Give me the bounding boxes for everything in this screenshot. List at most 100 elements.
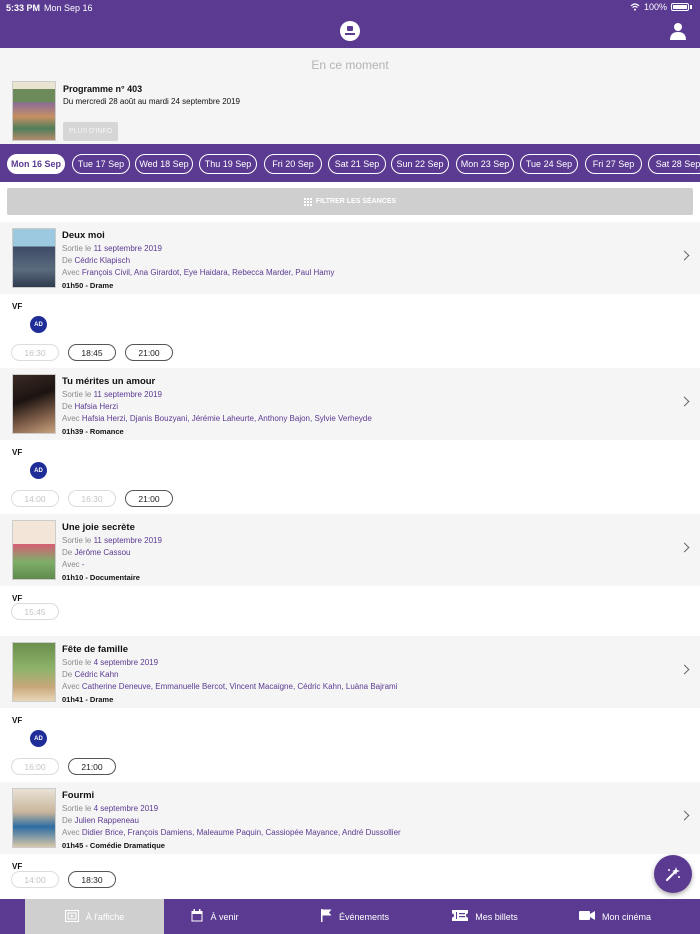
director-value[interactable]: Julien Rappeneau — [74, 816, 139, 825]
showtime-button: 14:00 — [11, 490, 59, 507]
date-tab[interactable]: Mon 16 Sep — [7, 154, 65, 174]
movie-poster[interactable] — [12, 520, 56, 580]
date-tab[interactable]: Fri 20 Sep — [264, 154, 322, 174]
director-value[interactable]: Cédric Kahn — [74, 670, 118, 679]
version-label: VF — [12, 448, 23, 457]
cast-value[interactable]: Catherine Deneuve, Emmanuelle Bercot, Vi… — [82, 682, 398, 691]
chevron-right-icon[interactable] — [679, 396, 690, 407]
tab-bar: À l'affiche À venir Événements Mes billets M… — [0, 899, 700, 934]
cast-line: Avec François Civil, Ana Girardot, Eye H… — [62, 268, 334, 277]
cast-label: Avec — [62, 414, 82, 423]
cinema-logo-icon[interactable] — [340, 21, 360, 41]
director-line: De Hafsia Herzi — [62, 402, 118, 411]
movie-row[interactable]: Fourmi Sortie le 4 septembre 2019 De Julie… — [0, 782, 700, 854]
movie-row[interactable]: Une joie secrète Sortie le 11 septembre 2… — [0, 514, 700, 586]
movie-row[interactable]: Deux moi Sortie le 11 septembre 2019 De Cé… — [0, 222, 700, 294]
battery-icon — [671, 3, 689, 11]
movie-title: Fête de famille — [62, 644, 128, 655]
release-date-value[interactable]: 4 septembre 2019 — [94, 804, 159, 813]
movie-duration-genre: 01h50 - Drame — [62, 281, 114, 290]
tab-camera[interactable]: Mon cinéma — [560, 899, 670, 934]
director-label: De — [62, 670, 75, 679]
release-date-value[interactable]: 11 septembre 2019 — [94, 536, 162, 545]
director-value[interactable]: Hafsia Herzi — [74, 402, 118, 411]
date-tab[interactable]: Wed 18 Sep — [135, 154, 193, 174]
tab-calendar[interactable]: À venir — [165, 899, 265, 934]
showtime-button[interactable]: 18:30 — [68, 871, 116, 888]
director-line: De Cédric Kahn — [62, 670, 118, 679]
movie-duration-genre: 01h45 - Comédie Dramatique — [62, 841, 165, 850]
release-date-line: Sortie le 11 septembre 2019 — [62, 390, 162, 399]
status-indicators: 100% — [630, 2, 692, 12]
programme-cover[interactable] — [12, 81, 56, 141]
wifi-icon — [630, 3, 640, 11]
chevron-right-icon[interactable] — [679, 810, 690, 821]
cast-value[interactable]: - — [82, 560, 85, 569]
cast-value[interactable]: Hafsia Herzi, Djanis Bouzyani, Jérémie L… — [82, 414, 372, 423]
showtime-button: 16:30 — [11, 344, 59, 361]
movie-title: Fourmi — [62, 790, 95, 801]
release-date-value[interactable]: 11 septembre 2019 — [94, 244, 162, 253]
tab-ticket[interactable]: Mes billets — [430, 899, 540, 934]
date-tab[interactable]: Thu 19 Sep — [199, 154, 257, 174]
showtime-button[interactable]: 21:00 — [125, 490, 173, 507]
tab-flag[interactable]: Événements — [300, 899, 410, 934]
release-date-line: Sortie le 11 septembre 2019 — [62, 536, 162, 545]
director-value[interactable]: Cédric Klapisch — [74, 256, 130, 265]
status-bar: 5:33 PM Mon Sep 16 100% — [0, 0, 700, 16]
programme-title: Programme n° 403 — [63, 84, 143, 94]
date-tab[interactable]: Sun 22 Sep — [391, 154, 449, 174]
battery-percent: 100% — [643, 2, 667, 12]
tab-label: Mon cinéma — [601, 911, 652, 922]
movie-row[interactable]: Tu mérites un amour Sortie le 11 septembr… — [0, 368, 700, 440]
audio-description-icon: AD — [30, 316, 47, 333]
version-label: VF — [12, 594, 23, 603]
date-tab[interactable]: Sat 28 Sep — [648, 154, 700, 174]
tab-film[interactable]: À l'affiche — [25, 899, 164, 934]
showtime-button: 16:30 — [68, 490, 116, 507]
movie-duration-genre: 01h41 - Drame — [62, 695, 114, 704]
filter-showtimes-button[interactable]: FILTRER LES SÉANCES — [7, 188, 693, 215]
director-value[interactable]: Jérôme Cassou — [74, 548, 130, 557]
cast-label: Avec — [62, 682, 82, 691]
wand-icon — [665, 867, 680, 882]
date-tab[interactable]: Tue 17 Sep — [72, 154, 130, 174]
movie-poster[interactable] — [12, 642, 56, 702]
chevron-right-icon[interactable] — [679, 542, 690, 553]
release-date-value[interactable]: 4 septembre 2019 — [94, 658, 159, 667]
showtime-button[interactable]: 21:00 — [125, 344, 173, 361]
tab-label: Événements — [338, 911, 390, 922]
release-date-label: Sortie le — [62, 390, 94, 399]
camera-icon — [578, 910, 595, 923]
cast-value[interactable]: François Civil, Ana Girardot, Eye Haidar… — [82, 268, 335, 277]
more-info-button[interactable]: PLUS D'INFO — [63, 122, 118, 141]
date-tab[interactable]: Mon 23 Sep — [456, 154, 514, 174]
user-icon[interactable] — [670, 22, 686, 40]
release-date-label: Sortie le — [62, 244, 94, 253]
director-label: De — [62, 548, 75, 557]
release-date-line: Sortie le 11 septembre 2019 — [62, 244, 162, 253]
showtime-button: 16:00 — [11, 758, 59, 775]
director-line: De Jérôme Cassou — [62, 548, 130, 557]
release-date-label: Sortie le — [62, 536, 94, 545]
chevron-right-icon[interactable] — [679, 250, 690, 261]
movie-row[interactable]: Fête de famille Sortie le 4 septembre 201… — [0, 636, 700, 708]
cast-line: Avec Catherine Deneuve, Emmanuelle Berco… — [62, 682, 397, 691]
tab-label: À venir — [210, 911, 239, 922]
magic-wand-button[interactable] — [654, 855, 692, 893]
movie-poster[interactable] — [12, 788, 56, 848]
cast-line: Avec - — [62, 560, 85, 569]
date-tab[interactable]: Tue 24 Sep — [520, 154, 578, 174]
release-date-value[interactable]: 11 septembre 2019 — [94, 390, 162, 399]
showtime-button[interactable]: 18:45 — [68, 344, 116, 361]
movie-title: Une joie secrète — [62, 522, 135, 533]
status-time: 5:33 PM — [6, 3, 41, 13]
showtime-button[interactable]: 21:00 — [68, 758, 116, 775]
movie-poster[interactable] — [12, 374, 56, 434]
version-label: VF — [12, 302, 23, 311]
movie-poster[interactable] — [12, 228, 56, 288]
date-tab[interactable]: Fri 27 Sep — [585, 154, 642, 174]
date-tab[interactable]: Sat 21 Sep — [328, 154, 386, 174]
cast-value[interactable]: Didier Brice, François Damiens, Maleaume… — [82, 828, 401, 837]
chevron-right-icon[interactable] — [679, 664, 690, 675]
